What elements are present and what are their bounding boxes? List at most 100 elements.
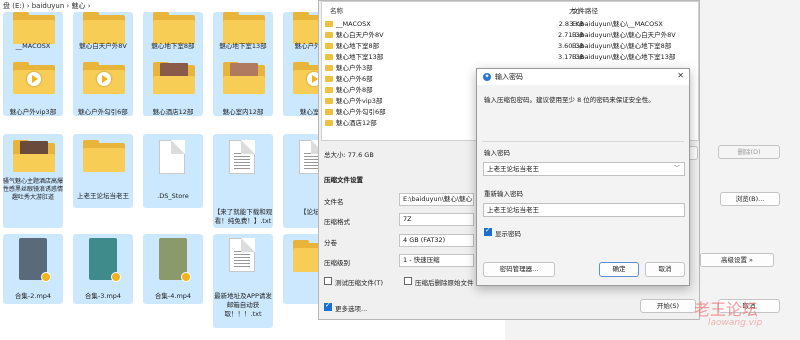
list-row[interactable]: 魅心白天户外8V 2.71 GB E:\baiduyun\魅心\魅心白天户外8V <box>322 30 696 40</box>
folder-icon <box>325 120 333 126</box>
file-name: 合集-2.mp4 <box>14 292 52 300</box>
file-name: __MACOSX <box>15 42 51 50</box>
video-thumbnail-icon <box>19 238 51 282</box>
browse-button[interactable]: 浏览(B)... <box>720 192 780 206</box>
file-item[interactable]: .DS_Store <box>143 134 203 208</box>
list-row[interactable]: 魅心地下室8部 3.60 GB E:\baiduyun\魅心\魅心地下室8部 <box>322 41 696 51</box>
level-select[interactable]: 1 - 快速压缩 <box>399 254 474 267</box>
video-folder-icon <box>83 62 125 94</box>
divider <box>482 141 684 142</box>
chevron-down-icon[interactable]: ﹀ <box>674 163 680 175</box>
folder-icon <box>83 140 125 172</box>
dialog-cancel-button[interactable]: 取消 <box>645 262 685 277</box>
format-label: 压缩格式 <box>324 218 350 226</box>
row-name: __MACOSX <box>336 20 371 28</box>
video-thumbnail-icon <box>89 238 121 282</box>
folder-icon <box>153 12 195 44</box>
folder-icon <box>83 12 125 44</box>
advanced-settings-button[interactable]: 高级设置 » <box>700 253 774 267</box>
folder-icon <box>325 43 333 49</box>
file-item[interactable]: 魅心酒店12部 <box>143 60 203 116</box>
file-item[interactable]: 魅心户外vip3部 <box>3 60 63 116</box>
level-label: 压缩级别 <box>324 259 350 267</box>
file-name: 魅心地下室13部 <box>219 42 267 50</box>
delete-original-checkbox[interactable] <box>404 277 412 285</box>
volume-label: 分卷 <box>324 239 337 247</box>
file-item[interactable]: 骚气魅心主题酒店高爆性感黑丝眼镜浪诱惑情趣吐秀大游肛道 <box>3 134 63 228</box>
file-name: 最新地址及APP请发邮箱自动获取！！！.txt <box>214 292 272 318</box>
file-item[interactable]: 【来了就能下载和观看！纯免费！】.txt <box>213 134 273 228</box>
file-item[interactable]: 魅心户外勾引6部 <box>73 60 133 116</box>
repeat-password-label: 重新输入密码 <box>484 190 523 198</box>
row-name: 魅心户外8部 <box>336 86 373 94</box>
file-name: 上老王论坛当老王 <box>77 192 129 200</box>
column-path-header[interactable]: 文件路径 <box>572 5 598 15</box>
start-button[interactable]: 开始(S) <box>640 299 696 313</box>
row-name: 魅心户外3部 <box>336 64 373 72</box>
photo-folder-icon <box>223 62 265 94</box>
show-password-checkbox[interactable] <box>484 226 492 236</box>
row-name: 魅心白天户外8V <box>336 31 384 39</box>
delete-button[interactable]: 删除(D) <box>718 145 780 159</box>
list-row[interactable]: 魅心地下室13部 3.17 GB E:\baiduyun\魅心\魅心地下室13部 <box>322 52 696 62</box>
folder-icon <box>325 54 333 60</box>
more-options-label[interactable]: 更多选项... <box>335 303 367 313</box>
video-folder-icon <box>13 62 55 94</box>
row-path: E:\baiduyun\魅心\魅心白天户外8V <box>572 31 676 39</box>
ok-button[interactable]: 确定 <box>599 262 639 277</box>
file-name: 魅心户外勾引6部 <box>78 108 128 116</box>
row-name: 魅心户外vip3部 <box>336 97 383 105</box>
breadcrumb[interactable]: 盘 (E:) › baiduyun › 魅心 › <box>0 0 320 12</box>
more-options-checkbox[interactable] <box>324 301 332 311</box>
test-archive-label: 测试压缩文件(T) <box>335 279 384 287</box>
test-archive-checkbox[interactable] <box>324 277 332 285</box>
volume-select[interactable]: 4 GB (FAT32) <box>399 234 474 247</box>
password-dialog: ✦ 输入密码 ✕ 输入压缩包密码。建议使用至少 8 位的密码来保证安全性。 输入… <box>476 68 690 286</box>
file-item[interactable]: 魅心室内12部 <box>213 60 273 116</box>
folder-icon <box>325 87 333 93</box>
file-item[interactable]: 合集-2.mp4 <box>3 234 63 304</box>
folder-icon <box>325 98 333 104</box>
password-manager-button[interactable]: 密码管理器... <box>483 262 555 277</box>
file-item[interactable]: 上老王论坛当老王 <box>73 134 133 208</box>
total-size-label: 总大小: 77.6 GB <box>324 151 374 159</box>
password-value: 上老王论坛当老王 <box>487 165 539 173</box>
settings-heading: 压缩文件设置 <box>324 176 363 184</box>
dialog-titlebar: ✦ 输入密码 ✕ <box>477 69 689 85</box>
watermark-logo: 老王论坛 <box>694 300 759 319</box>
app-icon: ✦ <box>483 73 491 81</box>
file-item[interactable]: 最新地址及APP请发邮箱自动获取！！！.txt <box>213 234 273 328</box>
file-name: 合集-3.mp4 <box>84 292 122 300</box>
column-name-header[interactable]: 名称 <box>330 5 343 15</box>
file-item[interactable]: 合集-3.mp4 <box>73 234 133 304</box>
folder-icon <box>325 76 333 82</box>
text-file-icon <box>229 238 255 272</box>
photo-folder-icon <box>153 62 195 94</box>
folder-icon <box>325 32 333 38</box>
row-name: 魅心户外6部 <box>336 75 373 83</box>
watermark-url: laowang.vip <box>708 318 763 328</box>
document-icon <box>159 140 185 174</box>
row-path: E:\baiduyun\魅心\__MACOSX <box>572 20 663 28</box>
row-name: 魅心户外勾引6部 <box>336 108 386 116</box>
password-input[interactable]: 上老王论坛当老王 ﹀ <box>483 162 685 176</box>
repeat-password-input[interactable]: 上老王论坛当老王 <box>483 203 685 217</box>
file-item[interactable]: 合集-4.mp4 <box>143 234 203 304</box>
filename-field[interactable]: E:\baiduyun\魅心\魅心 <box>399 193 474 206</box>
filename-label: 文件名 <box>324 198 344 206</box>
password-label: 输入密码 <box>484 149 510 157</box>
close-icon[interactable]: ✕ <box>677 71 684 80</box>
file-name: 魅心白天户外8V <box>79 42 127 50</box>
row-name: 魅心地下室13部 <box>336 53 384 61</box>
file-name: .DS_Store <box>157 192 189 200</box>
format-select[interactable]: 7Z <box>399 213 474 226</box>
show-password-label: 显示密码 <box>495 230 521 238</box>
list-row[interactable]: __MACOSX 2.83 KB E:\baiduyun\魅心\__MACOSX <box>322 19 696 29</box>
file-name: 魅心酒店12部 <box>152 108 194 116</box>
delete-original-label: 压缩后删除原始文件 <box>415 279 474 287</box>
text-file-icon <box>229 140 255 174</box>
file-name: 骚气魅心主题酒店高爆性感黑丝眼镜浪诱惑情趣吐秀大游肛道 <box>3 178 64 201</box>
file-name: 【来了就能下载和观看！纯免费！】.txt <box>213 208 273 225</box>
file-name: 合集-4.mp4 <box>154 292 192 300</box>
file-name: 魅心户外vip3部 <box>9 108 57 116</box>
